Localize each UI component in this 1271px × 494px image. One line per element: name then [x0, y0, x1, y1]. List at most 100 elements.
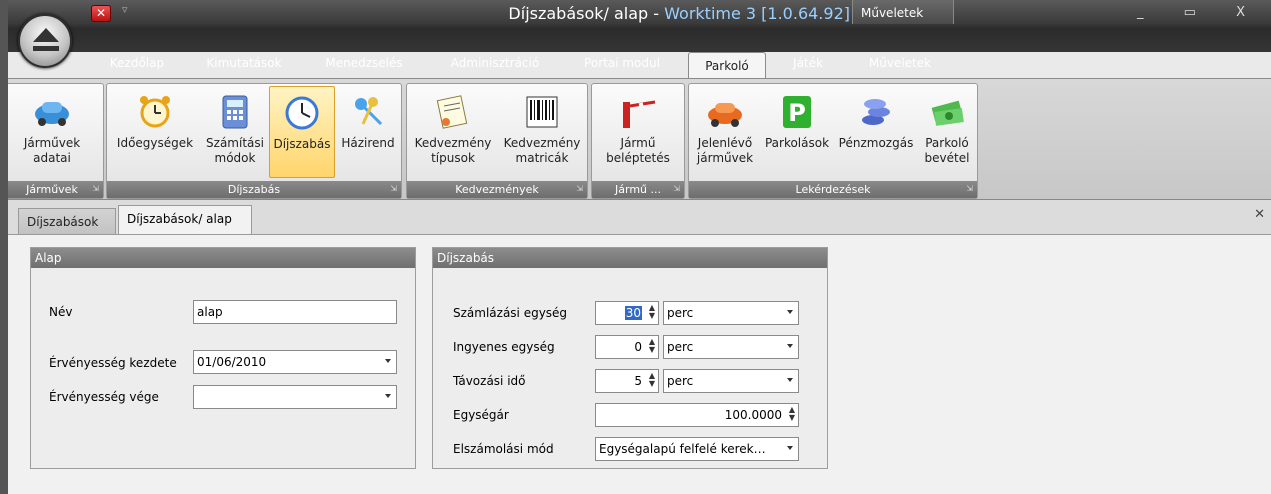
elszamolasi-mod-label: Elszámolási mód [453, 442, 554, 456]
window-controls[interactable]: _ ▭ X [1137, 5, 1263, 20]
spin-arrows-icon[interactable]: ▲ ▼ [649, 372, 655, 388]
tab-menedzseles[interactable]: Menedzselés [318, 56, 410, 76]
jarmuvek-adatai-label: Járművek adatai [23, 136, 81, 165]
doc-tab-dijszabasok-alap[interactable]: Díjszabások/ alap [118, 205, 252, 235]
panel-dijszabas: Díjszabás Számlázási egység 30 ▲ ▼ perc In… [432, 247, 828, 469]
title-bar: ✕ ▿ Díjszabások/ alap - Worktime 3 [1.0.… [0, 0, 1271, 52]
tab-portai-modul[interactable]: Portai modul [576, 56, 668, 76]
dialog-launcher-icon[interactable]: ⇲ [390, 184, 397, 193]
spin-arrows-icon[interactable]: ▲ ▼ [649, 304, 655, 320]
tab-adminisztracio[interactable]: Adminisztráció [444, 56, 546, 76]
document-tab-strip: Díjszabások Díjszabások/ alap ✕ [0, 200, 1271, 238]
kedvezmeny-tipusok-button[interactable]: Kedvezmény típusok [409, 86, 497, 178]
nev-label: Név [49, 305, 73, 319]
close-tab-icon[interactable]: ✕ [1254, 207, 1265, 222]
spin-arrows-icon[interactable]: ▲ ▼ [649, 338, 655, 354]
dialog-launcher-icon[interactable]: ⇲ [966, 184, 973, 193]
group-kedvezmenyek: Kedvezmény típusok Kedvezmény matricák K… [406, 83, 588, 199]
jarmuvek-adatai-button[interactable]: Járművek adatai [9, 86, 95, 178]
group-label-jarmu: Jármű ... ⇲ [592, 181, 684, 198]
orange-car-icon [708, 103, 742, 127]
dijszabas-button[interactable]: Díjszabás [269, 86, 335, 178]
group-label-jarmuvek: Járművek ⇲ [1, 181, 103, 198]
szamlazasi-egyseg-spinner[interactable]: 30 ▲ ▼ [595, 301, 659, 325]
dialog-launcher-icon[interactable]: ⇲ [576, 184, 583, 193]
ingyenes-egyseg-label: Ingyenes egység [453, 340, 555, 354]
tab-jatek[interactable]: Játék [788, 56, 828, 76]
dialog-launcher-icon[interactable]: ⇲ [673, 184, 680, 193]
parking-sign-icon: P [783, 96, 811, 128]
context-tab-muveletek[interactable]: Műveletek [852, 0, 954, 24]
panel-alap-header: Alap [31, 248, 415, 268]
group-dijszabas: Időegységek Számítási módok Díjszabás Há… [106, 83, 402, 199]
panel-dijszabas-header: Díjszabás [433, 248, 827, 268]
egysegar-spinner[interactable]: 100.0000 ▲ ▼ [595, 403, 799, 427]
elszamolasi-mod-select[interactable]: Egységalapú felfelé kerek… [595, 437, 799, 461]
jarmu-beleptetes-button[interactable]: Jármű beléptetés [596, 86, 680, 178]
group-label-lekerdezesek: Lekérdezések ⇲ [689, 181, 977, 198]
barcode-icon [526, 96, 558, 128]
tavozasi-unit-select[interactable]: perc [663, 369, 799, 393]
parkolo-bevetel-button[interactable]: Parkoló bevétel [919, 86, 975, 178]
qat-dropdown-icon[interactable]: ▿ [122, 3, 128, 16]
ribbon: Járművek adatai Járművek ⇲ Időegységek Sz… [0, 78, 1271, 200]
szamitasi-modok-button[interactable]: Számítási módok [203, 86, 267, 178]
tab-parkolo[interactable]: Parkoló [688, 52, 766, 78]
tab-muveletek[interactable]: Műveletek [860, 56, 940, 76]
ervenyesseg-kezdete-label: Érvényesség kezdete [49, 356, 177, 370]
group-jarmu: Jármű beléptetés Jármű ... ⇲ [591, 83, 685, 199]
idoegysegek-button[interactable]: Időegységek [109, 86, 201, 178]
car-icon [35, 102, 69, 126]
window-left-edge [0, 0, 8, 494]
chevron-down-icon [787, 310, 793, 314]
egysegar-label: Egységár [453, 408, 509, 422]
idoegysegek-label: Időegységek [116, 136, 194, 150]
eject-icon [33, 28, 59, 42]
kedvezmeny-tipusok-label: Kedvezmény típusok [414, 136, 492, 165]
kedvezmeny-matricak-button[interactable]: Kedvezmény matricák [499, 86, 585, 178]
szamlazasi-unit-select[interactable]: perc [663, 301, 799, 325]
tab-kezdolap[interactable]: Kezdőlap [102, 56, 172, 76]
doc-tab-dijszabasok[interactable]: Díjszabások [18, 208, 116, 234]
chevron-down-icon [787, 446, 793, 450]
szamlazasi-egyseg-label: Számlázási egység [453, 306, 568, 320]
coins-icon [862, 99, 890, 125]
alarm-clock-icon [140, 96, 170, 128]
ervenyesseg-vege-picker[interactable] [193, 385, 397, 409]
calculator-icon [222, 95, 248, 129]
app-orb-button[interactable] [18, 14, 72, 68]
tavozasi-ido-label: Távozási idő [453, 374, 526, 388]
content-area: Alap Név alap Érvényesség kezdete 01/06/… [0, 234, 1271, 494]
clock-icon [285, 96, 319, 130]
chevron-down-icon [787, 344, 793, 348]
group-lekerdezesek: Jelenlévő járművek P Parkolások Pénzmozg… [688, 83, 978, 199]
penzmozgas-button[interactable]: Pénzmozgás [835, 86, 917, 178]
penzmozgas-label: Pénzmozgás [838, 136, 914, 150]
tavozasi-ido-spinner[interactable]: 5 ▲ ▼ [595, 369, 659, 393]
hazirend-button[interactable]: Házirend [337, 86, 399, 178]
ribbon-tabs: Kezdőlap Kimutatások Menedzselés Adminis… [0, 52, 1271, 78]
hazirend-label: Házirend [341, 136, 395, 150]
barrier-icon [623, 100, 656, 128]
chevron-down-icon [385, 394, 391, 398]
dijszabas-label: Díjszabás [273, 137, 331, 151]
ingyenes-unit-select[interactable]: perc [663, 335, 799, 359]
nev-field[interactable]: alap [193, 300, 397, 324]
chevron-down-icon [385, 359, 391, 363]
close-icon[interactable]: ✕ [91, 5, 111, 22]
certificate-icon [436, 95, 468, 129]
ervenyesseg-kezdete-picker[interactable]: 01/06/2010 [193, 350, 397, 374]
dialog-launcher-icon[interactable]: ⇲ [92, 184, 99, 193]
parkolasok-button[interactable]: P Parkolások [761, 86, 833, 178]
window-title: Díjszabások/ alap - Worktime 3 [1.0.64.9… [508, 4, 850, 23]
svg-text:P: P [788, 99, 806, 127]
money-icon [931, 100, 964, 126]
spin-arrows-icon[interactable]: ▲ ▼ [789, 406, 795, 422]
parkolasok-label: Parkolások [764, 136, 830, 150]
jelenlevo-jarmuvek-label: Jelenlévő járművek [696, 136, 754, 165]
parkolo-bevetel-label: Parkoló bevétel [924, 136, 970, 165]
ingyenes-egyseg-spinner[interactable]: 0 ▲ ▼ [595, 335, 659, 359]
jelenlevo-jarmuvek-button[interactable]: Jelenlévő járművek [691, 86, 759, 178]
kedvezmeny-matricak-label: Kedvezmény matricák [503, 136, 581, 165]
tab-kimutatasok[interactable]: Kimutatások [200, 56, 288, 76]
